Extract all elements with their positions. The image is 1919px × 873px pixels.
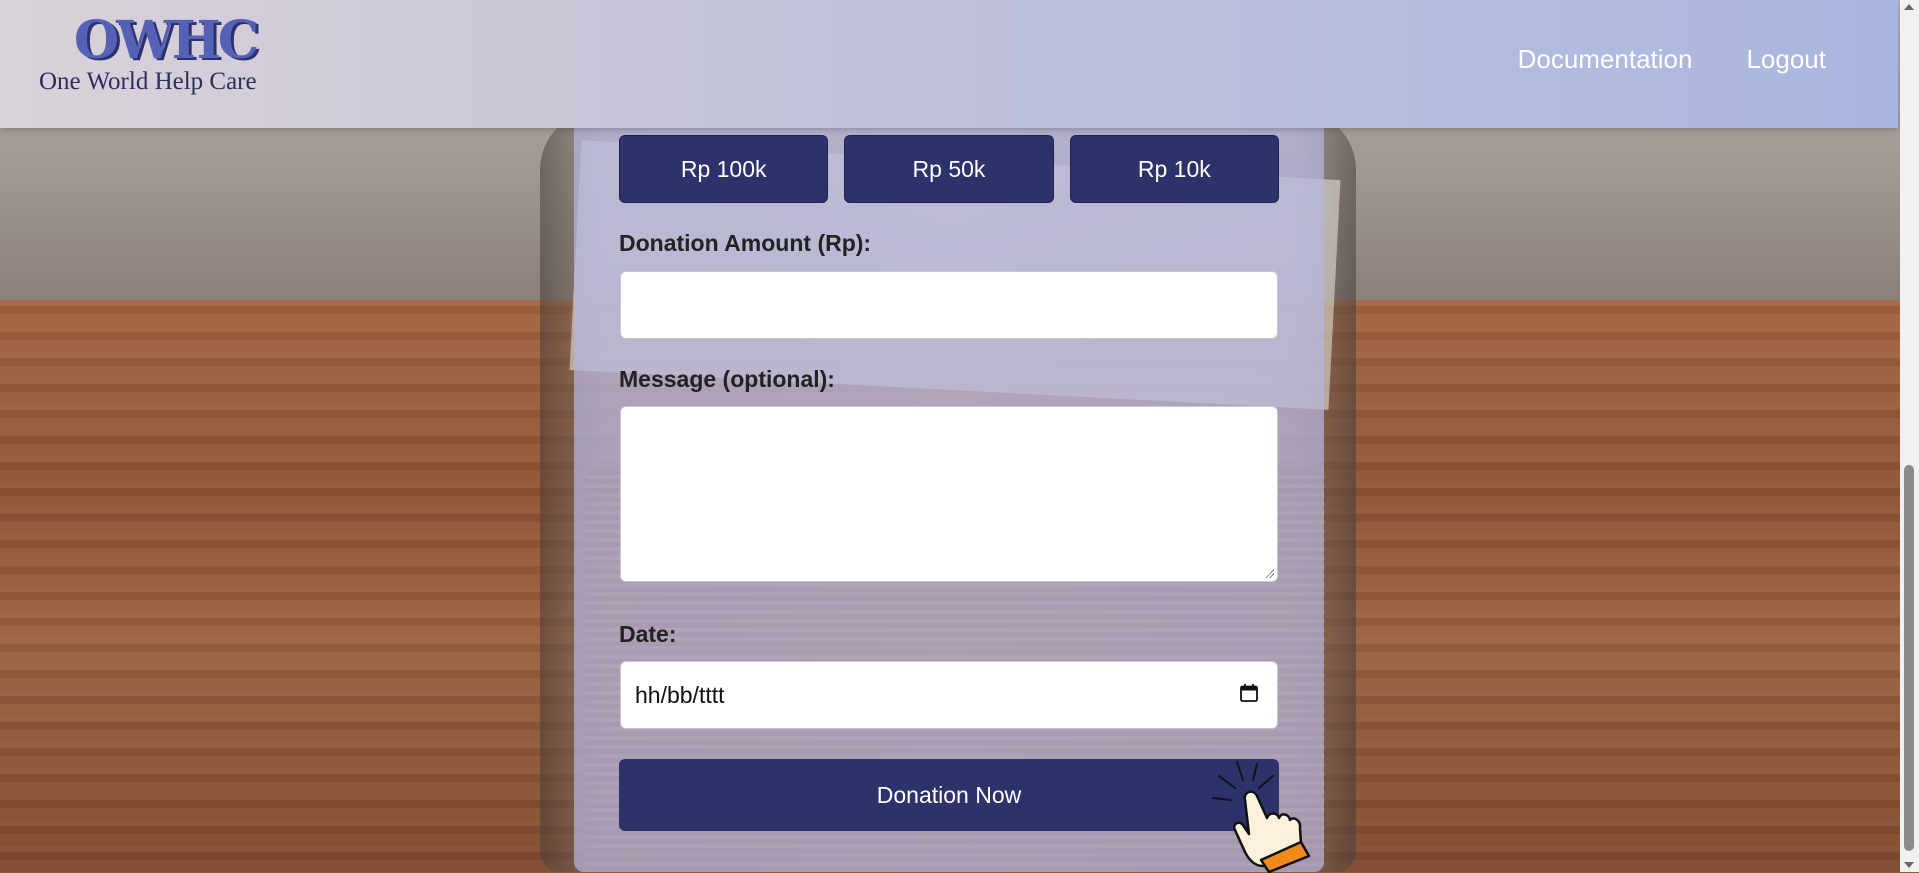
logo-text: One World Help Care — [39, 68, 257, 95]
donation-amount-label: Donation Amount (Rp): — [619, 230, 872, 256]
donation-now-button[interactable]: Donation Now — [619, 759, 1279, 831]
site-header: OWHC One World Help Care Documentation L… — [0, 0, 1898, 128]
scroll-up-arrow-icon[interactable] — [1904, 4, 1914, 10]
main-nav: Documentation Logout — [1518, 44, 1826, 75]
page-scrollbar[interactable] — [1900, 0, 1919, 872]
quick-amount-100k-button[interactable]: Rp 100k — [619, 135, 829, 203]
nav-logout-link[interactable]: Logout — [1746, 44, 1826, 75]
date-label: Date: — [619, 621, 677, 647]
nav-documentation-link[interactable]: Documentation — [1518, 44, 1693, 75]
scroll-down-arrow-icon[interactable] — [1904, 862, 1914, 868]
date-placeholder: hh/bb/tttt — [635, 681, 725, 708]
message-label: Message (optional): — [619, 366, 835, 392]
donation-amount-input[interactable] — [620, 271, 1278, 339]
quick-amount-50k-button[interactable]: Rp 50k — [844, 135, 1054, 203]
textarea-resize-handle[interactable] — [1264, 568, 1274, 578]
hand-pointer-icon — [1212, 761, 1311, 873]
scrollbar-thumb[interactable] — [1904, 465, 1914, 851]
message-textarea[interactable] — [620, 406, 1278, 582]
logo-mark: OWHC — [73, 10, 259, 71]
calendar-icon[interactable] — [1239, 683, 1259, 703]
logo[interactable]: OWHC One World Help Care — [39, 14, 299, 96]
quick-amount-group: Rp 100k Rp 50k Rp 10k — [619, 135, 1279, 203]
quick-amount-10k-button[interactable]: Rp 10k — [1069, 135, 1279, 203]
date-input[interactable]: hh/bb/tttt — [620, 661, 1278, 729]
